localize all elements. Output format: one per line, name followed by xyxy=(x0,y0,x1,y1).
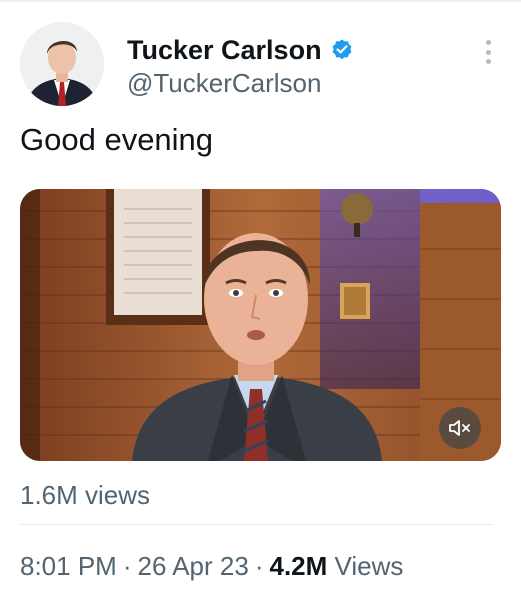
tweet-time-link[interactable]: 8:01 PM xyxy=(20,551,117,581)
speaker-muted-icon xyxy=(449,420,470,436)
more-dot-icon xyxy=(485,40,491,45)
tweet-meta: 8:01 PM · 26 Apr 23 · 4.2M Views xyxy=(20,551,403,581)
tweet-views-count: 4.2M xyxy=(269,551,328,581)
author-display-name[interactable]: Tucker Carlson xyxy=(127,34,322,66)
more-options-button[interactable] xyxy=(478,36,498,68)
top-divider xyxy=(0,0,521,2)
video-frame xyxy=(20,189,501,461)
video-player[interactable] xyxy=(20,189,501,461)
more-dot-icon xyxy=(485,49,491,55)
author-name-row: Tucker Carlson xyxy=(127,34,354,66)
meta-separator: · xyxy=(122,551,132,581)
tweet-text: Good evening xyxy=(20,122,214,157)
video-view-count: 1.6M views xyxy=(20,480,151,510)
profile-photo xyxy=(20,22,104,106)
more-dot-icon xyxy=(485,59,491,64)
mute-toggle-button[interactable] xyxy=(439,407,481,449)
author-avatar[interactable] xyxy=(20,22,104,106)
tweet-views-label: Views xyxy=(334,551,404,581)
verified-badge-icon xyxy=(330,38,354,62)
author-handle[interactable]: @TuckerCarlson xyxy=(127,68,321,98)
section-divider xyxy=(20,524,493,525)
tweet-date-link[interactable]: 26 Apr 23 xyxy=(138,551,249,581)
meta-separator: · xyxy=(254,551,264,581)
